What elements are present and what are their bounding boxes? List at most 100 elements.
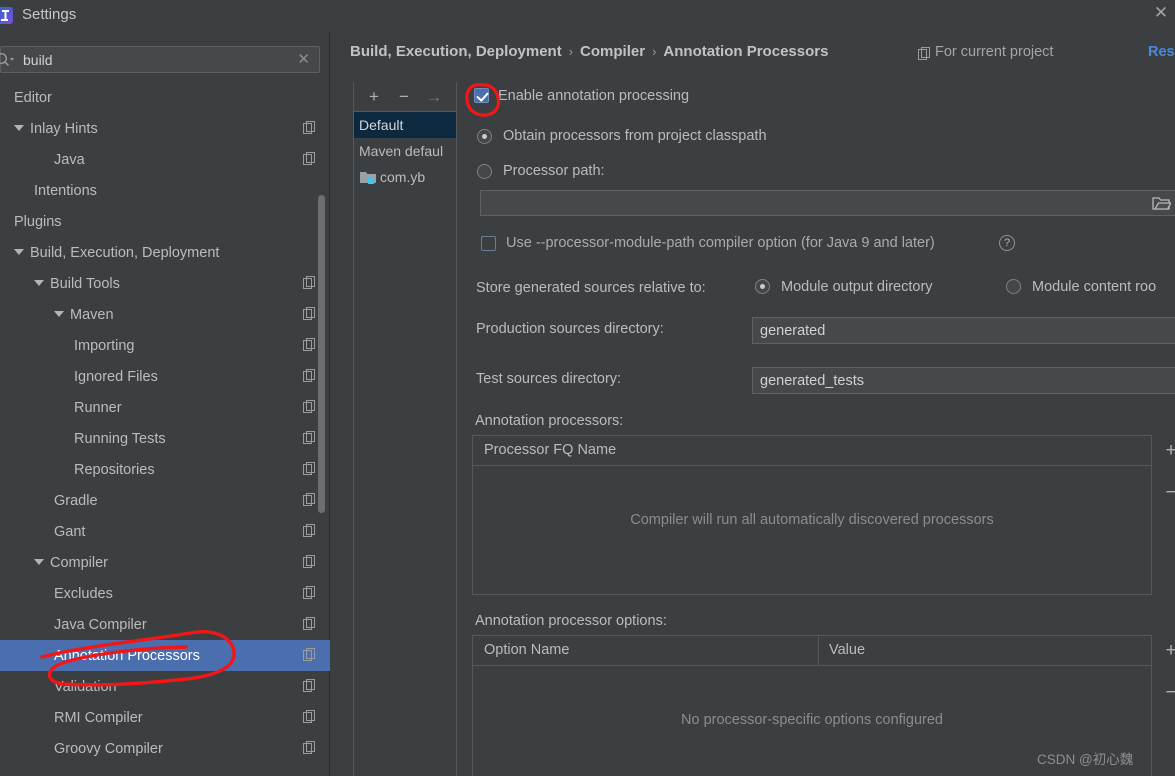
module-list-item[interactable]: Maven defaul xyxy=(354,138,456,164)
copy-icon[interactable] xyxy=(303,710,316,724)
processor-path-radio[interactable] xyxy=(477,164,492,179)
for-current-project-label[interactable]: For current project xyxy=(917,44,1053,60)
copy-icon[interactable] xyxy=(303,307,316,321)
sidebar-item-compiler[interactable]: Compiler xyxy=(0,547,330,578)
test-sources-label: Test sources directory: xyxy=(476,371,622,387)
copy-icon[interactable] xyxy=(303,400,316,414)
production-sources-input[interactable] xyxy=(752,317,1175,344)
sidebar-item-label: Excludes xyxy=(54,586,113,602)
breadcrumb-item[interactable]: Annotation Processors xyxy=(663,43,828,60)
sidebar-item-build-execution-deployment[interactable]: Build, Execution, Deployment xyxy=(0,237,330,268)
chevron-down-icon[interactable] xyxy=(54,311,64,318)
sidebar-item-runner[interactable]: Runner xyxy=(0,392,330,423)
use-processor-module-path-checkbox[interactable] xyxy=(481,236,496,251)
chevron-down-icon[interactable] xyxy=(34,559,44,566)
enable-annotation-processing-checkbox[interactable] xyxy=(474,88,489,103)
processor-path-input[interactable] xyxy=(480,190,1175,216)
sidebar-item-groovy-compiler[interactable]: Groovy Compiler xyxy=(0,733,330,764)
sidebar-item-plugins[interactable]: Plugins xyxy=(0,206,330,237)
move-module-button[interactable]: → xyxy=(422,85,446,109)
remove-option-button[interactable]: − xyxy=(1160,682,1175,704)
add-option-button[interactable]: + xyxy=(1160,640,1175,662)
add-processor-button[interactable]: + xyxy=(1160,440,1175,462)
remove-processor-button[interactable]: − xyxy=(1160,482,1175,504)
folder-browse-icon[interactable] xyxy=(1151,194,1171,211)
sidebar-item-label: Repositories xyxy=(74,462,155,478)
sidebar-item-gradle[interactable]: Gradle xyxy=(0,485,330,516)
add-module-button[interactable]: + xyxy=(362,85,386,109)
help-icon[interactable]: ? xyxy=(999,235,1015,251)
sidebar-item-label: Ignored Files xyxy=(74,369,158,385)
copy-icon[interactable] xyxy=(303,493,316,507)
sidebar-item-inlay-hints[interactable]: Inlay Hints xyxy=(0,113,330,144)
reset-link[interactable]: Res xyxy=(1148,44,1175,60)
copy-icon[interactable] xyxy=(303,369,316,383)
copy-icon[interactable] xyxy=(303,586,316,600)
module-content-root-label: Module content roo xyxy=(1032,279,1157,295)
search-input[interactable] xyxy=(23,47,273,72)
column-processor-fq-name[interactable]: Processor FQ Name xyxy=(473,436,616,465)
chevron-down-icon[interactable] xyxy=(34,280,44,287)
test-sources-input[interactable] xyxy=(752,367,1175,394)
options-empty-message: No processor-specific options configured xyxy=(681,712,943,728)
sidebar-item-running-tests[interactable]: Running Tests xyxy=(0,423,330,454)
obtain-processors-radio[interactable] xyxy=(477,129,492,144)
clear-search-icon[interactable]: ✕ xyxy=(297,50,310,69)
annotation-processors-table-label: Annotation processors: xyxy=(475,413,624,429)
sidebar-item-build-tools[interactable]: Build Tools xyxy=(0,268,330,299)
breadcrumb-item[interactable]: Build, Execution, Deployment xyxy=(350,43,562,60)
breadcrumb-separator: › xyxy=(568,44,574,59)
sidebar-item-java[interactable]: Java xyxy=(0,144,330,175)
column-value[interactable]: Value xyxy=(818,636,865,665)
sidebar-item-label: Inlay Hints xyxy=(30,121,98,137)
sidebar-item-intentions[interactable]: Intentions xyxy=(0,175,330,206)
copy-icon[interactable] xyxy=(303,338,316,352)
copy-icon[interactable] xyxy=(303,648,316,662)
sidebar-item-validation[interactable]: Validation xyxy=(0,671,330,702)
module-content-root-radio[interactable] xyxy=(1006,279,1021,294)
module-output-directory-radio[interactable] xyxy=(755,279,770,294)
settings-tree[interactable]: Editor Inlay Hints Java Intentions Plugins Bu… xyxy=(0,82,330,776)
copy-icon[interactable] xyxy=(303,617,316,631)
copy-icon[interactable] xyxy=(303,152,316,166)
copy-icon[interactable] xyxy=(303,741,316,755)
copy-icon[interactable] xyxy=(303,276,316,290)
module-list-item[interactable]: Default xyxy=(354,112,456,138)
sidebar-item-label: Compiler xyxy=(50,555,109,571)
enable-annotation-processing-label: Enable annotation processing xyxy=(498,88,690,104)
search-field[interactable]: ✕ xyxy=(0,46,320,73)
sidebar-item-importing[interactable]: Importing xyxy=(0,330,330,361)
breadcrumb: Build, Execution, Deployment › Compiler › An… xyxy=(350,43,828,60)
close-icon[interactable]: ✕ xyxy=(1150,3,1172,25)
sidebar-item-repositories[interactable]: Repositories xyxy=(0,454,330,485)
copy-icon[interactable] xyxy=(303,555,316,569)
column-option-name[interactable]: Option Name xyxy=(473,636,569,665)
module-list-item[interactable]: com.yb xyxy=(354,164,456,190)
sidebar-item-gant[interactable]: Gant xyxy=(0,516,330,547)
sidebar-item-maven[interactable]: Maven xyxy=(0,299,330,330)
annotation-processors-table[interactable]: Processor FQ Name Compiler will run all … xyxy=(472,435,1152,595)
sidebar-item-java-compiler[interactable]: Java Compiler xyxy=(0,609,330,640)
chevron-down-icon[interactable] xyxy=(14,249,24,256)
folder-icon xyxy=(360,172,376,184)
sidebar-item-rmi-compiler[interactable]: RMI Compiler xyxy=(0,702,330,733)
copy-icon[interactable] xyxy=(303,121,316,135)
sidebar-item-excludes[interactable]: Excludes xyxy=(0,578,330,609)
remove-module-button[interactable]: − xyxy=(392,85,416,109)
csdn-watermark: CSDN @初心魏 xyxy=(1037,752,1134,767)
copy-icon[interactable] xyxy=(303,462,316,476)
copy-icon[interactable] xyxy=(303,679,316,693)
sidebar-item-ignored-files[interactable]: Ignored Files xyxy=(0,361,330,392)
breadcrumb-item[interactable]: Compiler xyxy=(580,43,645,60)
processor-path-label: Processor path: xyxy=(503,163,605,179)
copy-icon[interactable] xyxy=(303,524,316,538)
sidebar-item-label: Annotation Processors xyxy=(54,648,200,664)
copy-icon[interactable] xyxy=(303,431,316,445)
sidebar-item-editor[interactable]: Editor xyxy=(0,82,330,113)
sidebar-item-label: Build, Execution, Deployment xyxy=(30,245,220,261)
sidebar-scrollbar[interactable] xyxy=(318,195,325,513)
chevron-down-icon[interactable] xyxy=(14,125,24,132)
sidebar-item-annotation-processors[interactable]: Annotation Processors xyxy=(0,640,330,671)
annotation-processor-options-label: Annotation processor options: xyxy=(475,613,667,629)
window-title: Settings xyxy=(22,6,77,23)
